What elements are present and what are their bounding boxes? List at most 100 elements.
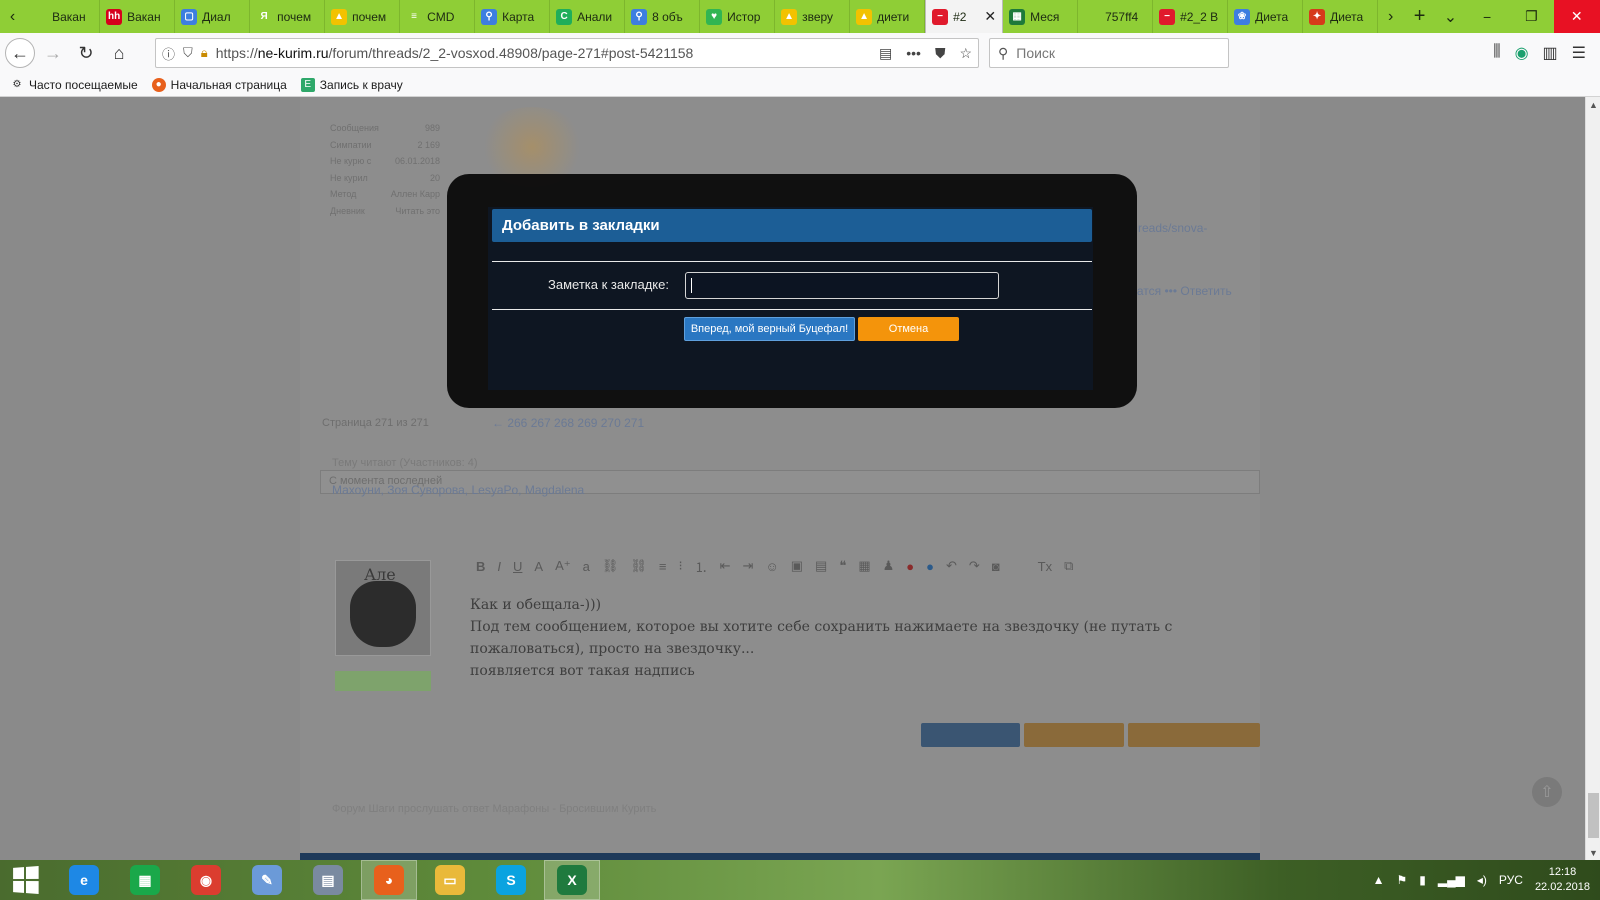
- taskbar-app-button[interactable]: e: [56, 860, 112, 900]
- tab[interactable]: ▲ почем: [325, 0, 401, 33]
- clear-format-icon[interactable]: Tx: [1038, 559, 1052, 574]
- battery-icon[interactable]: ▮: [1419, 873, 1426, 887]
- taskbar-app-button[interactable]: ▤: [300, 860, 356, 900]
- smiley-icon[interactable]: ☺: [765, 559, 778, 574]
- menu-icon[interactable]: ☰: [1572, 43, 1586, 63]
- search-input[interactable]: ⚲ Поиск: [989, 38, 1229, 68]
- star-bookmark-icon[interactable]: ☆: [959, 45, 972, 62]
- tab[interactable]: ▲ зверу: [775, 0, 851, 33]
- tab-active[interactable]: − #2 ✕: [925, 0, 1004, 33]
- quote-icon[interactable]: ❝: [839, 558, 846, 574]
- submit-bookmark-button[interactable]: Вперед, мой верный Буцефал!: [684, 317, 855, 341]
- tab[interactable]: ▦ Меся: [1003, 0, 1079, 33]
- alert-icon[interactable]: ●: [906, 559, 914, 574]
- tab-list-dropdown-button[interactable]: ⌄: [1436, 0, 1465, 33]
- list-number-icon[interactable]: ⒈: [695, 557, 708, 576]
- bookmark-most-visited[interactable]: ⚙ Часто посещаемые: [10, 78, 138, 92]
- tab[interactable]: 757ff4: [1078, 0, 1154, 33]
- new-tab-button[interactable]: +: [1403, 0, 1436, 33]
- text-color-icon[interactable]: A: [534, 559, 543, 574]
- scrollbar-thumb[interactable]: [1588, 793, 1599, 838]
- close-window-button[interactable]: ✕: [1553, 0, 1600, 33]
- shield-icon[interactable]: ⛉: [183, 45, 193, 61]
- sidebar-icon[interactable]: ▥: [1543, 43, 1558, 63]
- tab[interactable]: ▲ диети: [850, 0, 926, 33]
- taskbar-app-button[interactable]: ▦: [117, 860, 173, 900]
- tab[interactable]: ≡ CMD: [400, 0, 476, 33]
- spoiler-icon[interactable]: ▦: [858, 558, 870, 574]
- unlink-icon[interactable]: ⛓: [630, 558, 647, 574]
- page-actions-icon[interactable]: •••: [906, 45, 921, 61]
- post-actions[interactable]: цатся ••• Ответить: [1130, 284, 1232, 298]
- upload-file-button[interactable]: [1024, 723, 1124, 747]
- bookmark-doctor-appointment[interactable]: E Запись к врачу: [300, 77, 403, 92]
- more-options-button[interactable]: [1128, 723, 1260, 747]
- align-icon[interactable]: ≡: [659, 559, 667, 574]
- url-text[interactable]: https://ne-kurim.ru/forum/threads/2_2-vo…: [216, 45, 865, 61]
- bookmark-start-page[interactable]: ● Начальная страница: [151, 77, 287, 92]
- indent-icon[interactable]: ⇥: [743, 558, 754, 574]
- tab[interactable]: hh Вакан: [100, 0, 176, 33]
- library-icon[interactable]: ⫼: [1493, 43, 1500, 63]
- volume-icon[interactable]: ◂): [1477, 873, 1487, 887]
- taskbar-app-button[interactable]: ◕: [361, 860, 417, 900]
- tab[interactable]: ❀ Диета: [1228, 0, 1304, 33]
- user-icon[interactable]: ♟: [883, 558, 895, 574]
- reload-button[interactable]: ↻: [71, 38, 101, 68]
- info-icon[interactable]: ⓘ: [162, 44, 175, 63]
- forward-button[interactable]: →: [38, 38, 68, 68]
- post-link-fragment[interactable]: reads/snova-: [1138, 221, 1207, 235]
- tab[interactable]: ▢ Диал: [175, 0, 251, 33]
- taskbar-app-button[interactable]: ✎: [239, 860, 295, 900]
- tab[interactable]: ⚲ 8 объ: [625, 0, 701, 33]
- italic-icon[interactable]: I: [497, 559, 501, 574]
- link-icon[interactable]: ⛓: [602, 558, 619, 574]
- home-button[interactable]: ⌂: [104, 38, 134, 68]
- tab[interactable]: ✦ Диета: [1303, 0, 1379, 33]
- language-indicator[interactable]: РУС: [1499, 873, 1523, 887]
- tab[interactable]: − #2_2 В: [1153, 0, 1229, 33]
- footer-links[interactable]: Форум Шаги прослушать ответ Марафоны - Б…: [332, 803, 656, 815]
- outdent-icon[interactable]: ⇤: [720, 558, 731, 574]
- clock[interactable]: 12:18 22.02.2018: [1535, 865, 1590, 895]
- tab[interactable]: Япочем: [250, 0, 326, 33]
- minimize-button[interactable]: −: [1465, 0, 1509, 33]
- flag-icon[interactable]: ⚑: [1397, 873, 1408, 887]
- taskbar-app-button[interactable]: ◉: [178, 860, 234, 900]
- cancel-button[interactable]: Отмена: [858, 317, 959, 341]
- list-bullet-icon[interactable]: ⁝: [678, 558, 682, 574]
- font-size-icon[interactable]: A⁺: [555, 558, 571, 574]
- redo-icon[interactable]: ↷: [969, 558, 980, 574]
- tab-scroll-left-button[interactable]: ‹: [0, 0, 25, 33]
- undo-icon[interactable]: ↶: [946, 558, 957, 574]
- readers-list[interactable]: Махоуни, Зоя Суворова, LesyaPo, Magdalen…: [332, 483, 584, 497]
- font-family-icon[interactable]: a: [583, 559, 590, 574]
- start-button[interactable]: [0, 860, 50, 900]
- info-icon[interactable]: ●: [926, 559, 934, 574]
- tab[interactable]: C Анали: [550, 0, 626, 33]
- reply-button[interactable]: [921, 723, 1020, 747]
- restore-button[interactable]: ❐: [1509, 0, 1553, 33]
- page-scrollbar[interactable]: ▲ ▼: [1585, 97, 1600, 860]
- tab[interactable]: Вакан: [25, 0, 101, 33]
- reader-view-icon[interactable]: ▤: [879, 45, 892, 62]
- image-icon[interactable]: ▣: [791, 558, 803, 574]
- underline-icon[interactable]: U: [513, 559, 522, 574]
- message-editor[interactable]: Как и обещала-))) Под тем сообщением, ко…: [470, 594, 1230, 682]
- pocket-icon[interactable]: ⛊: [935, 45, 946, 62]
- scroll-to-top-button[interactable]: ⇧: [1532, 777, 1562, 807]
- source-icon[interactable]: ⧉: [1064, 558, 1073, 574]
- tray-expand-icon[interactable]: ▲: [1373, 873, 1385, 887]
- scroll-down-arrow-icon[interactable]: ▼: [1586, 845, 1600, 860]
- tab[interactable]: ⚲ Карта: [475, 0, 551, 33]
- tab[interactable]: ♥ Истор: [700, 0, 776, 33]
- close-tab-icon[interactable]: ✕: [984, 8, 996, 25]
- tab-scroll-right-button[interactable]: ›: [1378, 0, 1403, 33]
- lock-warning-icon[interactable]: 🔒︎: [201, 45, 208, 61]
- taskbar-app-button[interactable]: ▭: [422, 860, 478, 900]
- camera-icon[interactable]: ◙: [992, 559, 1000, 574]
- bold-icon[interactable]: B: [476, 559, 485, 574]
- pager-links[interactable]: ← 266 267 268 269 270 271: [492, 416, 644, 430]
- taskbar-app-button[interactable]: S: [483, 860, 539, 900]
- network-icon[interactable]: ▂▄▆: [1438, 873, 1465, 887]
